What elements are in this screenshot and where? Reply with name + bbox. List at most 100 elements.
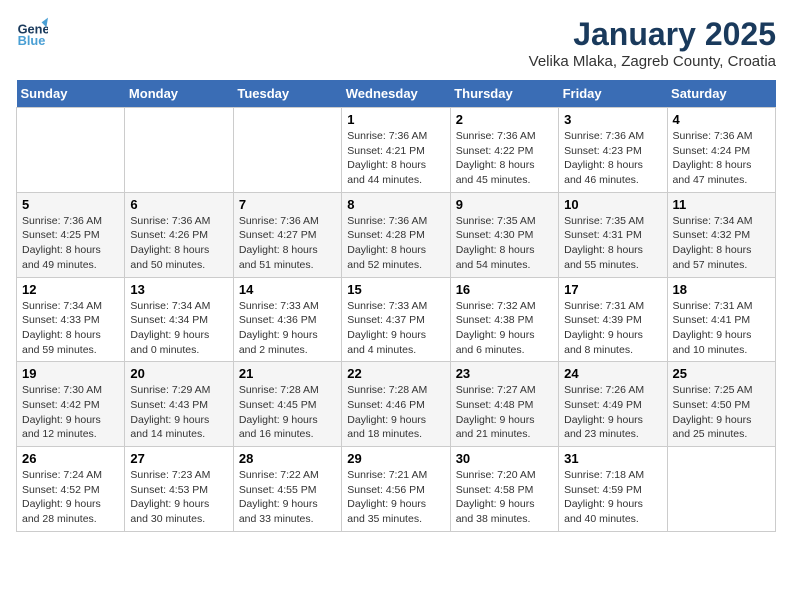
day-info: Sunrise: 7:28 AMSunset: 4:46 PMDaylight:… <box>347 383 444 442</box>
day-info: Sunrise: 7:26 AMSunset: 4:49 PMDaylight:… <box>564 383 661 442</box>
weekday-header-thursday: Thursday <box>450 80 558 108</box>
day-number: 31 <box>564 451 661 466</box>
weekday-header-tuesday: Tuesday <box>233 80 341 108</box>
empty-cell <box>233 108 341 193</box>
day-info: Sunrise: 7:36 AMSunset: 4:28 PMDaylight:… <box>347 214 444 273</box>
week-row-5: 26 Sunrise: 7:24 AMSunset: 4:52 PMDayligh… <box>17 447 776 532</box>
day-number: 28 <box>239 451 336 466</box>
day-cell-1: 1Sunrise: 7:36 AMSunset: 4:21 PMDaylight… <box>342 108 450 193</box>
page-header: General Blue January 2025 Velika Mlaka, … <box>16 16 776 70</box>
day-info: Sunrise: 7:20 AMSunset: 4:58 PMDaylight:… <box>456 468 553 527</box>
day-info: Sunrise: 7:33 AMSunset: 4:36 PMDaylight:… <box>239 299 336 358</box>
svg-text:Blue: Blue <box>18 33 46 48</box>
title-area: January 2025 Velika Mlaka, Zagreb County… <box>529 16 776 70</box>
day-number: 12 <box>22 282 119 297</box>
day-cell-15: 15Sunrise: 7:33 AMSunset: 4:37 PMDayligh… <box>342 277 450 362</box>
day-info: Sunrise: 7:28 AMSunset: 4:45 PMDaylight:… <box>239 383 336 442</box>
day-info: Sunrise: 7:34 AMSunset: 4:33 PMDaylight:… <box>22 299 119 358</box>
day-info: Sunrise: 7:33 AMSunset: 4:37 PMDaylight:… <box>347 299 444 358</box>
day-number: 16 <box>456 282 553 297</box>
day-cell-21: 21Sunrise: 7:28 AMSunset: 4:45 PMDayligh… <box>233 362 341 447</box>
day-number: 30 <box>456 451 553 466</box>
day-number: 22 <box>347 366 444 381</box>
day-cell-25: 25Sunrise: 7:25 AMSunset: 4:50 PMDayligh… <box>667 362 775 447</box>
day-cell-31: 31 Sunrise: 7:18 AMSunset: 4:59 PMDayligh… <box>559 447 667 532</box>
day-cell-20: 20 Sunrise: 7:29 AMSunset: 4:43 PMDayligh… <box>125 362 233 447</box>
week-row-2: 5 Sunrise: 7:36 AMSunset: 4:25 PMDaylight… <box>17 192 776 277</box>
day-cell-6: 6 Sunrise: 7:36 AMSunset: 4:26 PMDaylight… <box>125 192 233 277</box>
day-number: 11 <box>673 197 770 212</box>
week-row-3: 12 Sunrise: 7:34 AMSunset: 4:33 PMDayligh… <box>17 277 776 362</box>
day-cell-18: 18 Sunrise: 7:31 AMSunset: 4:41 PMDayligh… <box>667 277 775 362</box>
day-number: 19 <box>22 366 119 381</box>
day-number: 20 <box>130 366 227 381</box>
day-info: Sunrise: 7:31 AMSunset: 4:41 PMDaylight:… <box>673 299 770 358</box>
day-number: 2 <box>456 112 553 127</box>
day-cell-11: 11Sunrise: 7:34 AMSunset: 4:32 PMDayligh… <box>667 192 775 277</box>
day-number: 10 <box>564 197 661 212</box>
day-cell-27: 27 Sunrise: 7:23 AMSunset: 4:53 PMDayligh… <box>125 447 233 532</box>
day-number: 4 <box>673 112 770 127</box>
day-info: Sunrise: 7:23 AMSunset: 4:53 PMDaylight:… <box>130 468 227 527</box>
day-number: 5 <box>22 197 119 212</box>
day-number: 13 <box>130 282 227 297</box>
day-cell-7: 7 Sunrise: 7:36 AMSunset: 4:27 PMDaylight… <box>233 192 341 277</box>
day-cell-29: 29 Sunrise: 7:21 AMSunset: 4:56 PMDayligh… <box>342 447 450 532</box>
day-cell-3: 3 Sunrise: 7:36 AMSunset: 4:23 PMDaylight… <box>559 108 667 193</box>
weekday-header-friday: Friday <box>559 80 667 108</box>
week-row-4: 19 Sunrise: 7:30 AMSunset: 4:42 PMDayligh… <box>17 362 776 447</box>
day-cell-13: 13Sunrise: 7:34 AMSunset: 4:34 PMDayligh… <box>125 277 233 362</box>
day-cell-2: 2 Sunrise: 7:36 AMSunset: 4:22 PMDaylight… <box>450 108 558 193</box>
day-info: Sunrise: 7:18 AMSunset: 4:59 PMDaylight:… <box>564 468 661 527</box>
weekday-header-sunday: Sunday <box>17 80 125 108</box>
day-cell-28: 28 Sunrise: 7:22 AMSunset: 4:55 PMDayligh… <box>233 447 341 532</box>
calendar-table: SundayMondayTuesdayWednesdayThursdayFrid… <box>16 80 776 532</box>
day-cell-4: 4Sunrise: 7:36 AMSunset: 4:24 PMDaylight… <box>667 108 775 193</box>
day-cell-17: 17Sunrise: 7:31 AMSunset: 4:39 PMDayligh… <box>559 277 667 362</box>
day-info: Sunrise: 7:35 AMSunset: 4:30 PMDaylight:… <box>456 214 553 273</box>
day-info: Sunrise: 7:36 AMSunset: 4:26 PMDaylight:… <box>130 214 227 273</box>
day-number: 27 <box>130 451 227 466</box>
day-number: 29 <box>347 451 444 466</box>
day-info: Sunrise: 7:36 AMSunset: 4:25 PMDaylight:… <box>22 214 119 273</box>
day-number: 6 <box>130 197 227 212</box>
logo: General Blue <box>16 16 48 48</box>
day-info: Sunrise: 7:35 AMSunset: 4:31 PMDaylight:… <box>564 214 661 273</box>
day-info: Sunrise: 7:25 AMSunset: 4:50 PMDaylight:… <box>673 383 770 442</box>
day-cell-5: 5 Sunrise: 7:36 AMSunset: 4:25 PMDaylight… <box>17 192 125 277</box>
day-info: Sunrise: 7:36 AMSunset: 4:21 PMDaylight:… <box>347 129 444 188</box>
day-info: Sunrise: 7:32 AMSunset: 4:38 PMDaylight:… <box>456 299 553 358</box>
day-cell-16: 16 Sunrise: 7:32 AMSunset: 4:38 PMDayligh… <box>450 277 558 362</box>
day-cell-30: 30 Sunrise: 7:20 AMSunset: 4:58 PMDayligh… <box>450 447 558 532</box>
empty-cell <box>17 108 125 193</box>
day-cell-19: 19 Sunrise: 7:30 AMSunset: 4:42 PMDayligh… <box>17 362 125 447</box>
day-number: 26 <box>22 451 119 466</box>
day-info: Sunrise: 7:22 AMSunset: 4:55 PMDaylight:… <box>239 468 336 527</box>
week-row-1: 1Sunrise: 7:36 AMSunset: 4:21 PMDaylight… <box>17 108 776 193</box>
weekday-header-wednesday: Wednesday <box>342 80 450 108</box>
day-cell-8: 8 Sunrise: 7:36 AMSunset: 4:28 PMDaylight… <box>342 192 450 277</box>
day-number: 18 <box>673 282 770 297</box>
weekday-header-monday: Monday <box>125 80 233 108</box>
day-info: Sunrise: 7:24 AMSunset: 4:52 PMDaylight:… <box>22 468 119 527</box>
day-cell-26: 26 Sunrise: 7:24 AMSunset: 4:52 PMDayligh… <box>17 447 125 532</box>
day-cell-14: 14Sunrise: 7:33 AMSunset: 4:36 PMDayligh… <box>233 277 341 362</box>
day-cell-24: 24 Sunrise: 7:26 AMSunset: 4:49 PMDayligh… <box>559 362 667 447</box>
day-info: Sunrise: 7:30 AMSunset: 4:42 PMDaylight:… <box>22 383 119 442</box>
day-number: 3 <box>564 112 661 127</box>
day-cell-23: 23Sunrise: 7:27 AMSunset: 4:48 PMDayligh… <box>450 362 558 447</box>
day-info: Sunrise: 7:36 AMSunset: 4:23 PMDaylight:… <box>564 129 661 188</box>
day-info: Sunrise: 7:29 AMSunset: 4:43 PMDaylight:… <box>130 383 227 442</box>
weekday-header-row: SundayMondayTuesdayWednesdayThursdayFrid… <box>17 80 776 108</box>
day-info: Sunrise: 7:36 AMSunset: 4:22 PMDaylight:… <box>456 129 553 188</box>
day-number: 24 <box>564 366 661 381</box>
month-title: January 2025 <box>529 16 776 53</box>
day-info: Sunrise: 7:27 AMSunset: 4:48 PMDaylight:… <box>456 383 553 442</box>
day-cell-12: 12 Sunrise: 7:34 AMSunset: 4:33 PMDayligh… <box>17 277 125 362</box>
day-cell-22: 22 Sunrise: 7:28 AMSunset: 4:46 PMDayligh… <box>342 362 450 447</box>
day-info: Sunrise: 7:21 AMSunset: 4:56 PMDaylight:… <box>347 468 444 527</box>
day-info: Sunrise: 7:36 AMSunset: 4:27 PMDaylight:… <box>239 214 336 273</box>
day-number: 8 <box>347 197 444 212</box>
day-number: 7 <box>239 197 336 212</box>
weekday-header-saturday: Saturday <box>667 80 775 108</box>
